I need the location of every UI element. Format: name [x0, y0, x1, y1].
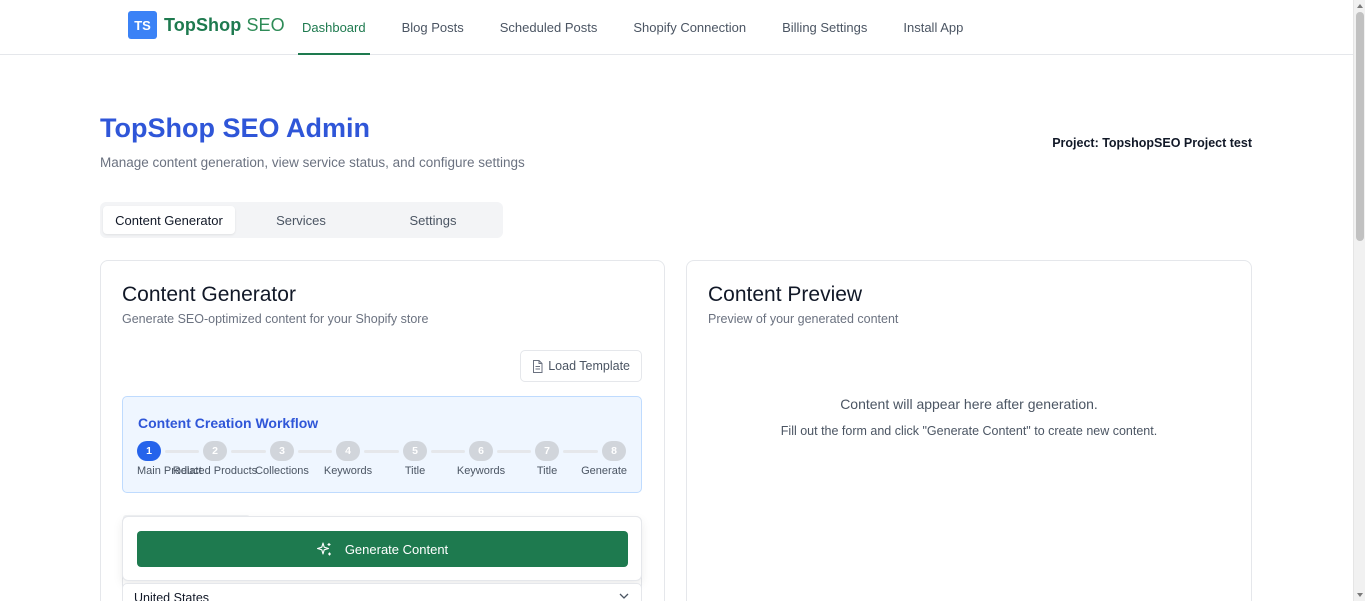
- load-template-label: Load Template: [548, 359, 630, 373]
- nav-billing-settings[interactable]: Billing Settings: [778, 0, 871, 54]
- brand-badge: TS: [128, 11, 157, 39]
- brand-name: TopShop SEO: [164, 15, 285, 36]
- nav-links: Dashboard Blog Posts Scheduled Posts Sho…: [298, 0, 995, 55]
- step-label-7: Title: [536, 465, 558, 477]
- scroll-up-arrow-icon[interactable]: [1357, 4, 1363, 8]
- step-dot-1[interactable]: 1: [137, 441, 161, 461]
- scroll-thumb[interactable]: [1356, 12, 1364, 241]
- tab-services[interactable]: Services: [235, 206, 367, 234]
- country-select-value: United States: [134, 591, 210, 601]
- sparkles-icon: [316, 541, 331, 555]
- step-label-5: Title: [404, 465, 426, 477]
- step-label-6: Keywords: [456, 465, 506, 477]
- generate-panel: Generate Content: [122, 516, 642, 581]
- step-dot-3[interactable]: 3: [270, 441, 294, 461]
- step-dot-2[interactable]: 2: [203, 441, 227, 461]
- step-dot-4[interactable]: 4: [336, 441, 360, 461]
- step-label-3: Collections: [255, 465, 309, 477]
- document-icon: [533, 359, 543, 373]
- content-preview-card: Content Preview Preview of your generate…: [686, 260, 1252, 601]
- step-dot-5[interactable]: 5: [403, 441, 427, 461]
- step-connector: [364, 450, 399, 453]
- load-template-button[interactable]: Load Template: [520, 350, 642, 382]
- tab-settings[interactable]: Settings: [367, 206, 499, 234]
- brand-name-light: SEO: [246, 14, 285, 35]
- country-select[interactable]: United States: [122, 583, 642, 601]
- step-connector: [497, 450, 531, 453]
- top-navbar: TS TopShop SEO Dashboard Blog Posts Sche…: [0, 0, 1353, 55]
- step-dot-8[interactable]: 8: [602, 441, 626, 461]
- nav-dashboard[interactable]: Dashboard: [298, 0, 370, 55]
- nav-install-app[interactable]: Install App: [899, 0, 967, 54]
- page-scrollbar[interactable]: [1353, 0, 1365, 601]
- step-label-4: Keywords: [323, 465, 373, 477]
- step-dot-7[interactable]: 7: [535, 441, 559, 461]
- chevron-down-icon: [619, 593, 629, 599]
- step-connector: [431, 450, 465, 453]
- page-title: TopShop SEO Admin: [100, 113, 370, 143]
- nav-shopify-connection[interactable]: Shopify Connection: [629, 0, 750, 54]
- step-connector: [165, 450, 199, 453]
- brand-logo[interactable]: TS TopShop SEO: [128, 11, 285, 39]
- content-generator-card: Content Generator Generate SEO-optimized…: [100, 260, 665, 601]
- generate-content-button[interactable]: Generate Content: [137, 531, 628, 567]
- generator-title: Content Generator: [122, 283, 296, 306]
- preview-title: Content Preview: [708, 283, 863, 306]
- generator-subtitle: Generate SEO-optimized content for your …: [122, 312, 429, 326]
- preview-subtitle: Preview of your generated content: [708, 312, 899, 326]
- preview-empty-message: Content will appear here after generatio…: [840, 396, 1098, 412]
- brand-name-bold: TopShop: [164, 14, 242, 35]
- page-subtitle: Manage content generation, view service …: [100, 155, 525, 170]
- scroll-down-arrow-icon[interactable]: [1357, 593, 1363, 597]
- step-connector: [563, 450, 598, 453]
- tab-content-generator[interactable]: Content Generator: [103, 206, 235, 234]
- step-label-2: Related Products: [172, 465, 258, 477]
- nav-blog-posts[interactable]: Blog Posts: [398, 0, 468, 54]
- workflow-title: Content Creation Workflow: [138, 415, 319, 431]
- generate-content-label: Generate Content: [344, 541, 449, 557]
- preview-empty-hint: Fill out the form and click "Generate Co…: [780, 424, 1158, 438]
- nav-scheduled-posts[interactable]: Scheduled Posts: [496, 0, 602, 54]
- step-dot-6[interactable]: 6: [469, 441, 493, 461]
- admin-tabs: Content Generator Services Settings: [100, 202, 503, 238]
- project-label: Project: TopshopSEO Project test: [1052, 136, 1252, 150]
- step-connector: [231, 450, 266, 453]
- step-connector: [298, 450, 332, 453]
- workflow-stepper: Content Creation Workflow 1 Main Product 2…: [122, 396, 642, 493]
- step-label-8: Generate: [581, 465, 627, 477]
